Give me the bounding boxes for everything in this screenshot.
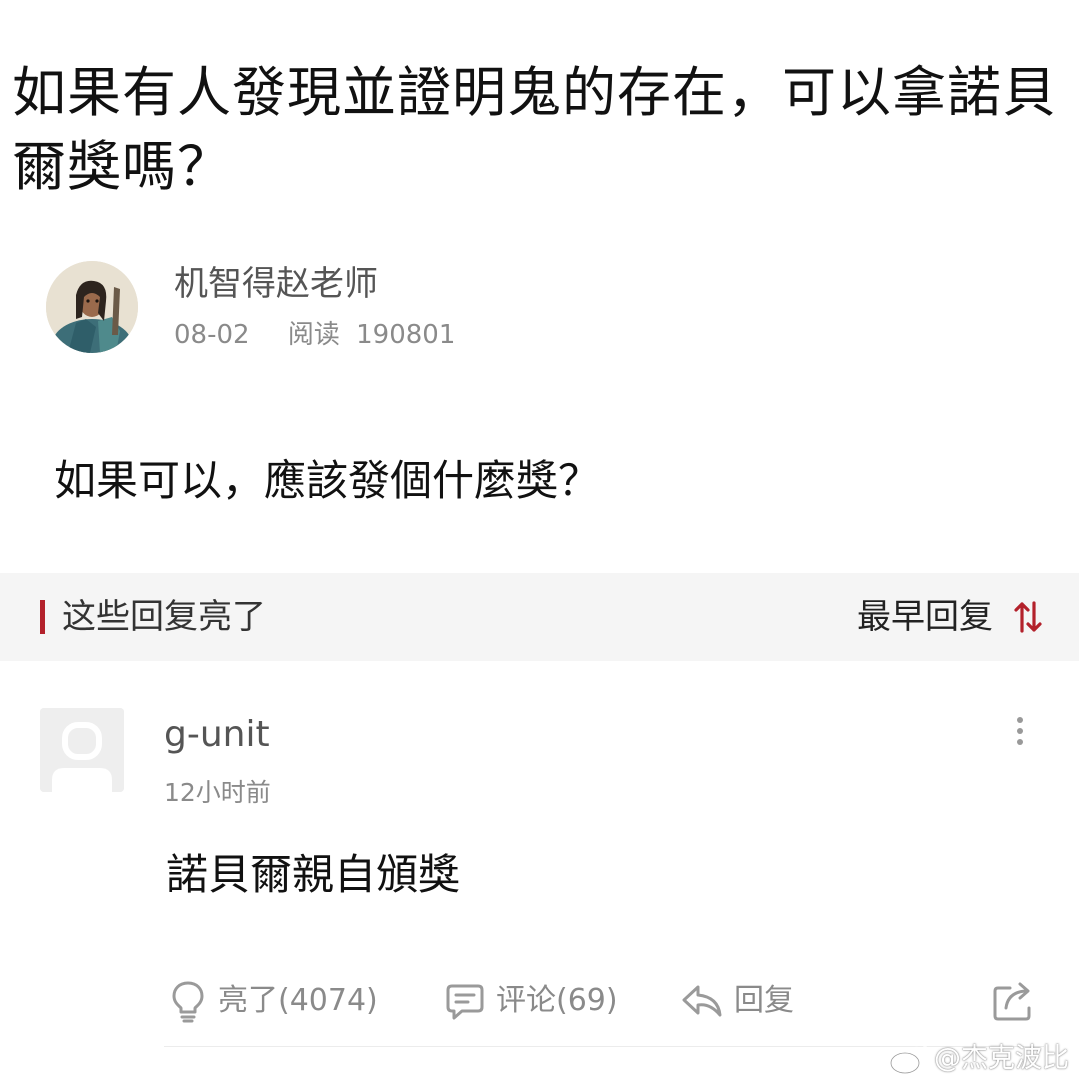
reply-avatar[interactable]	[40, 708, 124, 792]
watermark: @杰克波比	[888, 1038, 1069, 1080]
weibo-icon	[889, 1042, 928, 1075]
reply-body: 諾貝爾親自頒獎	[166, 850, 461, 899]
lightbulb-icon	[172, 981, 204, 1023]
sort-button[interactable]: 最早回复	[857, 593, 1043, 641]
comment-button[interactable]: 评论(69)	[444, 978, 618, 1024]
watermark-text: @杰克波比	[934, 1043, 1069, 1074]
more-vertical-icon[interactable]	[1004, 712, 1036, 752]
post-body: 如果可以，應該發個什麼獎？	[54, 456, 601, 505]
reply-time: 12小时前	[164, 778, 271, 807]
post-date: 08-02	[174, 320, 250, 350]
reply-label: 回复	[734, 983, 794, 1018]
sort-label: 最早回复	[857, 597, 993, 637]
reply-username[interactable]: g-unit	[164, 711, 270, 759]
share-button[interactable]	[990, 978, 1038, 1024]
read-count: 190801	[356, 320, 456, 350]
post-title: 如果有人發現並證明鬼的存在，可以拿諾貝爾獎嗎？	[12, 61, 1057, 198]
section-marker	[40, 600, 45, 634]
light-count: 亮了(4074)	[218, 983, 378, 1018]
reply-arrow-icon	[682, 985, 722, 1017]
read-label: 阅读	[287, 320, 340, 350]
section-title: 这些回复亮了	[62, 597, 266, 637]
section-bar: 这些回复亮了 最早回复	[0, 573, 1079, 661]
reply-button[interactable]: 回复	[680, 978, 794, 1024]
author-meta: 08-02 阅读 190801	[174, 318, 455, 352]
light-button[interactable]: 亮了(4074)	[168, 978, 378, 1024]
comment-count: 评论(69)	[496, 983, 618, 1018]
comment-bubble-icon	[446, 984, 484, 1020]
author-avatar[interactable]	[46, 261, 138, 353]
share-icon	[993, 982, 1031, 1021]
sort-arrows-icon	[1014, 601, 1042, 633]
user-placeholder-icon	[40, 708, 124, 792]
author-avatar-image	[46, 261, 138, 353]
author-name[interactable]: 机智得赵老师	[174, 262, 378, 306]
